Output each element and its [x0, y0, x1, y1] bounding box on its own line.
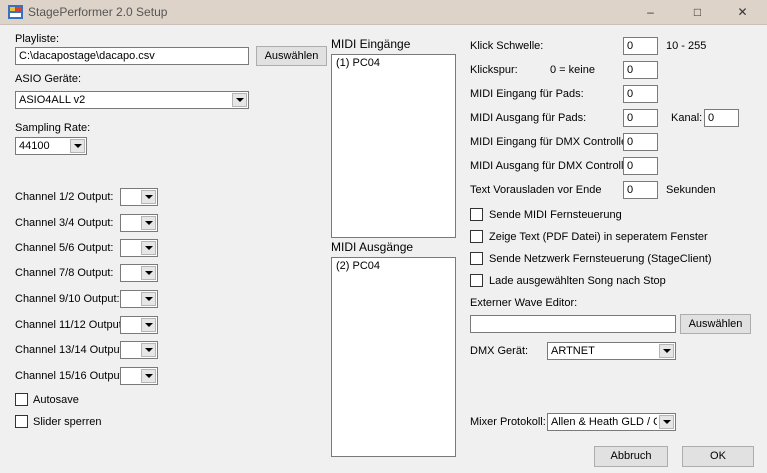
autosave-label: Autosave	[33, 394, 79, 406]
dmx-device-select[interactable]: ARTNET	[547, 342, 676, 360]
show-pdf-label: Zeige Text (PDF Datei) in seperatem Fens…	[489, 231, 708, 243]
send-network-label: Sende Netzwerk Fernsteuerung (StageClien…	[489, 253, 712, 265]
midi-out-pads-label: MIDI Ausgang für Pads:	[470, 112, 587, 124]
channel-11-12-select[interactable]	[120, 316, 158, 334]
click-threshold-input[interactable]: 0	[623, 37, 658, 55]
midi-out-dmx-input[interactable]: 0	[623, 157, 658, 175]
minimize-button[interactable]: –	[628, 0, 673, 25]
show-pdf-checkbox[interactable]	[470, 230, 483, 243]
close-button[interactable]: ✕	[720, 0, 765, 25]
text-preload-input[interactable]: 0	[623, 181, 658, 199]
send-network-checkbox[interactable]	[470, 252, 483, 265]
asio-device-select[interactable]: ASIO4ALL v2	[15, 91, 249, 109]
midi-inputs-list[interactable]: (1) PC04	[331, 54, 456, 238]
ok-button[interactable]: OK	[682, 446, 754, 467]
cancel-button[interactable]: Abbruch	[594, 446, 668, 467]
playlist-label: Playliste:	[15, 33, 60, 45]
channel-13-14-label: Channel 13/14 Output:	[15, 344, 126, 356]
setup-dialog: Playliste: C:\dacapostage\dacapo.csv Aus…	[0, 25, 767, 473]
midi-outputs-label: MIDI Ausgänge	[331, 240, 414, 254]
channel-3-4-select[interactable]	[120, 214, 158, 232]
midi-in-pads-label: MIDI Eingang für Pads:	[470, 88, 584, 100]
channel-3-4-label: Channel 3/4 Output:	[15, 217, 114, 229]
asio-label: ASIO Geräte:	[15, 73, 82, 85]
wave-editor-label: Externer Wave Editor:	[470, 297, 578, 309]
midi-outputs-list[interactable]: (2) PC04	[331, 257, 456, 457]
dmx-device-value: ARTNET	[551, 345, 595, 357]
maximize-button[interactable]: □	[675, 0, 720, 25]
channel-9-10-label: Channel 9/10 Output:	[15, 293, 120, 305]
sampling-rate-value: 44100	[19, 140, 50, 152]
channel-1-2-select[interactable]	[120, 188, 158, 206]
mixer-protocol-select[interactable]: Allen & Heath GLD / QU	[547, 413, 676, 431]
channel-label: Kanal:	[671, 112, 703, 124]
autosave-checkbox[interactable]	[15, 393, 28, 406]
chevron-down-icon[interactable]	[141, 343, 156, 357]
channel-13-14-select[interactable]	[120, 341, 158, 359]
channel-5-6-select[interactable]	[120, 239, 158, 257]
mixer-protocol-value: Allen & Heath GLD / QU	[551, 416, 657, 428]
chevron-down-icon[interactable]	[659, 415, 674, 429]
click-track-input[interactable]: 0	[623, 61, 658, 79]
playlist-input[interactable]: C:\dacapostage\dacapo.csv	[15, 47, 249, 65]
mixer-protocol-label: Mixer Protokoll:	[470, 416, 546, 428]
channel-9-10-select[interactable]	[120, 290, 158, 308]
text-preload-label: Text Vorausladen vor Ende	[470, 184, 602, 196]
playlist-select-button[interactable]: Auswählen	[256, 46, 327, 66]
click-track-hint: 0 = keine	[550, 64, 595, 76]
wave-editor-select-button[interactable]: Auswählen	[680, 314, 751, 334]
click-threshold-label: Klick Schwelle:	[470, 40, 544, 52]
sampling-rate-select[interactable]: 44100	[15, 137, 87, 155]
dmx-device-label: DMX Gerät:	[470, 345, 529, 357]
chevron-down-icon[interactable]	[659, 344, 674, 358]
channel-7-8-select[interactable]	[120, 264, 158, 282]
app-icon	[8, 5, 23, 19]
sampling-rate-label: Sampling Rate:	[15, 122, 91, 134]
midi-inputs-label: MIDI Eingänge	[331, 37, 411, 51]
chevron-down-icon[interactable]	[141, 292, 156, 306]
channel-11-12-label: Channel 11/12 Output:	[15, 319, 125, 331]
text-preload-unit: Sekunden	[666, 184, 716, 196]
send-midi-label: Sende MIDI Fernsteuerung	[489, 209, 622, 221]
chevron-down-icon[interactable]	[70, 139, 85, 153]
channel-15-16-select[interactable]	[120, 367, 158, 385]
channel-5-6-label: Channel 5/6 Output:	[15, 242, 114, 254]
channel-7-8-label: Channel 7/8 Output:	[15, 267, 114, 279]
midi-in-dmx-label: MIDI Eingang für DMX Controller:	[470, 136, 634, 148]
midi-out-dmx-label: MIDI Ausgang für DMX Controller	[470, 160, 634, 172]
chevron-down-icon[interactable]	[141, 266, 156, 280]
asio-device-value: ASIO4ALL v2	[19, 94, 86, 106]
midi-out-pads-input[interactable]: 0	[623, 109, 658, 127]
click-threshold-range: 10 - 255	[666, 40, 707, 52]
chevron-down-icon[interactable]	[141, 216, 156, 230]
list-item[interactable]: (2) PC04	[336, 260, 380, 272]
channel-input[interactable]: 0	[704, 109, 739, 127]
chevron-down-icon[interactable]	[141, 318, 156, 332]
chevron-down-icon[interactable]	[141, 190, 156, 204]
window-title: StagePerformer 2.0 Setup	[28, 5, 168, 19]
slider-lock-checkbox[interactable]	[15, 415, 28, 428]
midi-in-dmx-input[interactable]: 0	[623, 133, 658, 151]
midi-in-pads-input[interactable]: 0	[623, 85, 658, 103]
load-song-checkbox[interactable]	[470, 274, 483, 287]
click-track-label: Klickspur:	[470, 64, 518, 76]
chevron-down-icon[interactable]	[232, 93, 247, 107]
title-bar: StagePerformer 2.0 Setup – □ ✕	[0, 0, 767, 25]
channel-1-2-label: Channel 1/2 Output:	[15, 191, 114, 203]
channel-15-16-label: Channel 15/16 Output:	[15, 370, 126, 382]
chevron-down-icon[interactable]	[141, 241, 156, 255]
chevron-down-icon[interactable]	[141, 369, 156, 383]
list-item[interactable]: (1) PC04	[336, 57, 380, 69]
send-midi-checkbox[interactable]	[470, 208, 483, 221]
wave-editor-input[interactable]	[470, 315, 676, 333]
load-song-label: Lade ausgewählten Song nach Stop	[489, 275, 666, 287]
slider-lock-label: Slider sperren	[33, 416, 102, 428]
